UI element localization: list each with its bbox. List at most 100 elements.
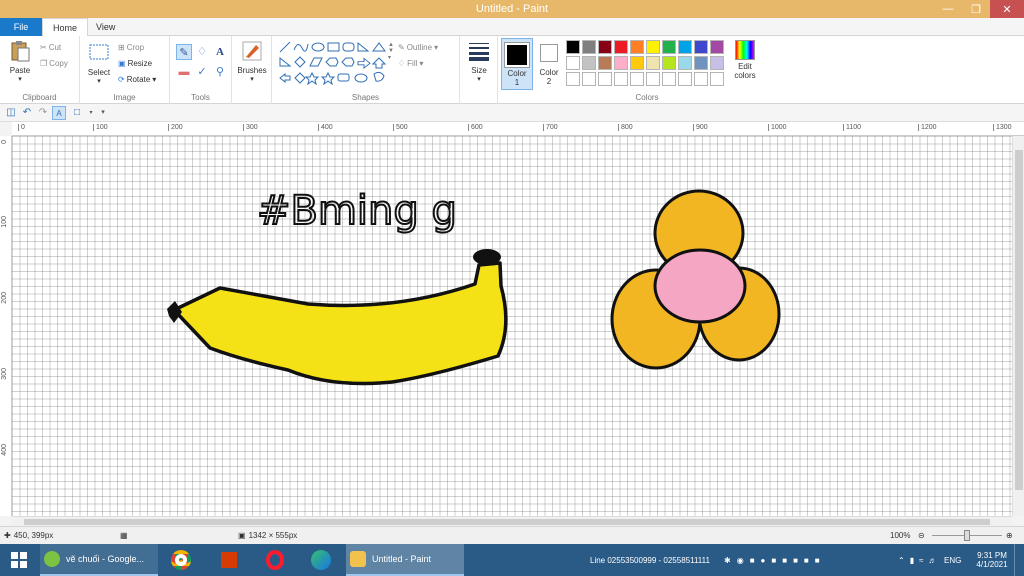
fill-button[interactable]: ♢ Fill ▾ xyxy=(398,56,423,70)
horizontal-scrollbar[interactable] xyxy=(12,516,1012,526)
app-tray-icon[interactable]: ■ xyxy=(750,556,755,565)
maximize-button[interactable]: ❐ xyxy=(962,0,990,18)
magnifier-icon[interactable]: ⚲ xyxy=(212,64,228,80)
color-swatch[interactable] xyxy=(598,56,612,70)
selection-icon[interactable]: □ xyxy=(70,106,84,120)
network-icon[interactable]: ◉ xyxy=(737,556,744,565)
redo-icon[interactable]: ↷ xyxy=(36,106,50,120)
shapes-scroll[interactable]: ▲ ▼ ▾ xyxy=(388,42,394,78)
color-swatch[interactable] xyxy=(566,40,580,54)
paste-button[interactable]: Paste ▾ xyxy=(6,40,34,83)
color-swatch[interactable] xyxy=(598,40,612,54)
color-swatch[interactable] xyxy=(678,56,692,70)
color-swatch[interactable] xyxy=(582,40,596,54)
color-swatch[interactable] xyxy=(566,72,580,86)
color-swatch[interactable] xyxy=(710,72,724,86)
ruler-tick-label: 1100 xyxy=(843,124,861,131)
color-swatch[interactable] xyxy=(630,56,644,70)
zoom-slider-thumb[interactable] xyxy=(964,530,970,541)
select-button[interactable]: Select ▾ xyxy=(84,42,114,85)
vertical-scroll-thumb[interactable] xyxy=(1015,150,1023,490)
bluetooth-icon[interactable]: ✱ xyxy=(724,556,731,565)
ruler-tick-label: 300 xyxy=(1,368,8,380)
tab-view[interactable]: View xyxy=(86,18,125,36)
chrome-app[interactable] xyxy=(166,544,196,576)
color-swatch[interactable] xyxy=(662,56,676,70)
color-swatch[interactable] xyxy=(566,56,580,70)
volume-icon[interactable]: ♬ xyxy=(929,556,937,565)
drawing-canvas[interactable]: #Bming g xyxy=(12,136,1012,516)
rotate-button[interactable]: ⟳ Rotate ▾ xyxy=(118,72,156,86)
ribbon: Paste ▾ ✂ Cut ❐ Copy Clipboard Select ▾ ⊞ C… xyxy=(0,36,1024,104)
color-picker-icon[interactable]: ✓ xyxy=(194,64,210,80)
show-desktop-button[interactable] xyxy=(1014,544,1022,576)
color-swatch[interactable] xyxy=(662,72,676,86)
vertical-scrollbar[interactable] xyxy=(1012,136,1024,516)
color-swatch[interactable] xyxy=(598,72,612,86)
horizontal-scroll-thumb[interactable] xyxy=(24,519,990,525)
color-swatch[interactable] xyxy=(614,72,628,86)
fill-bucket-icon[interactable]: ♢ xyxy=(194,44,210,60)
outline-button[interactable]: ✎ Outline ▾ xyxy=(398,40,438,54)
color-swatch[interactable] xyxy=(614,56,628,70)
taskbar-task-google[interactable]: vẽ chuối - Google... xyxy=(40,544,158,576)
color1-button[interactable]: Color 1 xyxy=(501,38,533,90)
color-swatch[interactable] xyxy=(646,72,660,86)
color-swatch[interactable] xyxy=(662,40,676,54)
ruler-tick-label: 100 xyxy=(93,124,108,131)
brushes-button[interactable]: Brushes ▾ xyxy=(236,40,268,83)
minimize-button[interactable]: — xyxy=(934,0,962,18)
shapes-gallery[interactable] xyxy=(278,40,390,86)
resize-button[interactable]: ▣ Resize xyxy=(118,56,152,70)
tab-file[interactable]: File xyxy=(0,18,42,36)
zoom-out-button[interactable]: ⊝ xyxy=(918,531,925,540)
tab-home[interactable]: Home xyxy=(42,18,89,37)
color-swatch[interactable] xyxy=(678,40,692,54)
rotate-label: Rotate xyxy=(126,74,151,84)
app-tray-icon[interactable]: ■ xyxy=(793,556,798,565)
edge-app[interactable] xyxy=(306,544,336,576)
cut-button[interactable]: ✂ Cut xyxy=(40,40,61,54)
color-swatch[interactable] xyxy=(646,56,660,70)
opera-app[interactable] xyxy=(260,544,290,576)
input-language[interactable]: ENG xyxy=(944,544,961,576)
color-swatch[interactable] xyxy=(678,72,692,86)
app-icon-red[interactable] xyxy=(214,544,244,576)
app-tray-icon[interactable]: ■ xyxy=(782,556,787,565)
color2-button[interactable]: Color 2 xyxy=(534,38,564,90)
save-icon[interactable]: ◫ xyxy=(4,106,18,120)
color-swatch[interactable] xyxy=(582,72,596,86)
crop-button[interactable]: ⊞ Crop xyxy=(118,40,144,54)
wifi-icon[interactable]: ≈ xyxy=(919,556,923,565)
text-tool-icon[interactable]: A xyxy=(212,44,228,60)
app-tray-icon[interactable]: ■ xyxy=(804,556,809,565)
start-button[interactable] xyxy=(4,544,34,576)
eraser-icon[interactable]: ▬ xyxy=(176,64,192,80)
app-tray-icon[interactable]: ■ xyxy=(815,556,820,565)
battery-icon[interactable]: ▮ xyxy=(910,556,914,565)
edit-colors-button[interactable]: Edit colors xyxy=(732,40,758,80)
color-swatch[interactable] xyxy=(630,72,644,86)
app-tray-icon[interactable]: ■ xyxy=(771,556,776,565)
undo-icon[interactable]: ↶ xyxy=(20,106,34,120)
color-swatch[interactable] xyxy=(710,40,724,54)
clock[interactable]: 9:31 PM 4/1/2021 xyxy=(972,544,1012,576)
color-swatch[interactable] xyxy=(646,40,660,54)
color-swatch[interactable] xyxy=(582,56,596,70)
taskbar-task-paint[interactable]: Untitled - Paint xyxy=(346,544,464,576)
close-button[interactable]: ✕ xyxy=(990,0,1024,18)
color-swatch[interactable] xyxy=(694,72,708,86)
color-swatch[interactable] xyxy=(694,56,708,70)
chevron-up-icon[interactable]: ⌃ xyxy=(898,556,905,565)
text-mode-icon[interactable]: A xyxy=(52,106,66,120)
zoom-in-button[interactable]: ⊕ xyxy=(1006,531,1013,540)
customize-toolbar-icon[interactable]: ▾ xyxy=(96,106,110,120)
pencil-icon[interactable]: ✎ xyxy=(176,44,192,60)
size-button[interactable]: Size ▾ xyxy=(464,40,494,83)
color-swatch[interactable] xyxy=(630,40,644,54)
color-swatch[interactable] xyxy=(710,56,724,70)
skype-icon[interactable]: ● xyxy=(761,556,766,565)
color-swatch[interactable] xyxy=(694,40,708,54)
color-swatch[interactable] xyxy=(614,40,628,54)
copy-button[interactable]: ❐ Copy xyxy=(40,56,68,70)
